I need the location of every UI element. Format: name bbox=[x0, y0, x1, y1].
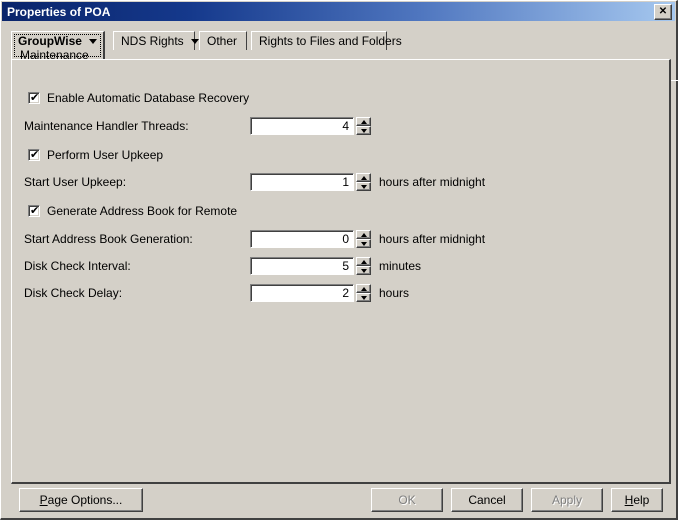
suffix-disk-check-interval: minutes bbox=[379, 259, 422, 273]
spinner-buttons[interactable] bbox=[356, 173, 371, 191]
spinner-up-button[interactable] bbox=[356, 284, 371, 293]
arrow-up-icon bbox=[360, 119, 367, 124]
spinner-buttons[interactable] bbox=[356, 117, 371, 135]
tab-other-label: Other bbox=[207, 34, 238, 48]
field-row-start-user-upkeep: Start User Upkeep: 1 hours after midnigh… bbox=[24, 172, 664, 192]
spinner-disk-check-interval[interactable]: 5 bbox=[250, 257, 371, 275]
field-row-disk-check-interval: Disk Check Interval: 5 minutes bbox=[24, 256, 664, 276]
tab-groupwise-label: GroupWise bbox=[18, 34, 82, 48]
spinner-buttons[interactable] bbox=[356, 230, 371, 248]
checkbox-label-generate-address-book-for-remote: Generate Address Book for Remote bbox=[47, 204, 238, 218]
apply-button[interactable]: Apply bbox=[531, 488, 603, 512]
help-accel: H bbox=[624, 493, 634, 507]
spinner-buttons[interactable] bbox=[356, 284, 371, 302]
dialog-window: Properties of POA ✕ GroupWise Maintenanc… bbox=[0, 0, 678, 520]
tab-groupwise-header: GroupWise bbox=[12, 34, 103, 48]
spinner-disk-check-delay[interactable]: 2 bbox=[250, 284, 371, 302]
field-row-disk-check-delay: Disk Check Delay: 2 hours bbox=[24, 283, 664, 303]
checkbox-generate-address-book-for-remote[interactable]: ✔ bbox=[28, 205, 40, 217]
spinner-up-button[interactable] bbox=[356, 173, 371, 182]
arrow-down-icon bbox=[360, 184, 367, 189]
input-disk-check-delay[interactable]: 2 bbox=[250, 284, 354, 302]
arrow-down-icon bbox=[360, 128, 367, 133]
arrow-up-icon bbox=[360, 232, 367, 237]
dialog-button-bar: Page Options... OK Cancel Apply Help bbox=[11, 488, 671, 514]
checkbox-label-enable-automatic-database-recovery: Enable Automatic Database Recovery bbox=[47, 91, 250, 105]
arrow-down-icon bbox=[360, 241, 367, 246]
checkbox-perform-user-upkeep[interactable]: ✔ bbox=[28, 149, 40, 161]
arrow-down-icon bbox=[360, 268, 367, 273]
spinner-down-button[interactable] bbox=[356, 182, 371, 191]
input-maintenance-handler-threads[interactable]: 4 bbox=[250, 117, 354, 135]
tab-strip: GroupWise Maintenance NDS Rights Other R… bbox=[11, 31, 678, 81]
close-glyph: ✕ bbox=[658, 6, 668, 17]
arrow-up-icon bbox=[360, 286, 367, 291]
spinner-down-button[interactable] bbox=[356, 239, 371, 248]
tab-rights-label: Rights to Files and Folders bbox=[259, 34, 402, 48]
spinner-down-button[interactable] bbox=[356, 266, 371, 275]
field-row-maintenance-handler-threads: Maintenance Handler Threads: 4 bbox=[24, 116, 664, 136]
close-icon[interactable]: ✕ bbox=[654, 4, 672, 20]
tab-groupwise[interactable]: GroupWise Maintenance bbox=[11, 31, 105, 62]
tab-other[interactable]: Other bbox=[199, 31, 247, 50]
suffix-start-address-book-generation: hours after midnight bbox=[379, 232, 486, 246]
ok-label: OK bbox=[398, 493, 416, 507]
help-label: elp bbox=[633, 493, 650, 507]
checkbox-row-perform-user-upkeep[interactable]: ✔ Perform User Upkeep bbox=[28, 145, 163, 165]
tab-nds-rights-label: NDS Rights bbox=[121, 34, 184, 48]
spinner-buttons[interactable] bbox=[356, 257, 371, 275]
label-disk-check-interval: Disk Check Interval: bbox=[24, 259, 131, 273]
chevron-down-icon[interactable] bbox=[190, 38, 199, 44]
label-maintenance-handler-threads: Maintenance Handler Threads: bbox=[24, 119, 189, 133]
checkbox-label-perform-user-upkeep: Perform User Upkeep bbox=[47, 148, 164, 162]
spinner-up-button[interactable] bbox=[356, 117, 371, 126]
checkmark-icon: ✔ bbox=[30, 91, 40, 104]
ok-button[interactable]: OK bbox=[371, 488, 443, 512]
tab-rights-to-files-and-folders[interactable]: Rights to Files and Folders bbox=[251, 31, 402, 50]
label-disk-check-delay: Disk Check Delay: bbox=[24, 286, 123, 300]
spinner-maintenance-handler-threads[interactable]: 4 bbox=[250, 117, 371, 135]
input-start-address-book-generation[interactable]: 0 bbox=[250, 230, 354, 248]
chevron-down-icon[interactable] bbox=[88, 38, 97, 44]
spinner-start-user-upkeep[interactable]: 1 bbox=[250, 173, 371, 191]
checkbox-row-enable-automatic-database-recovery[interactable]: ✔ Enable Automatic Database Recovery bbox=[28, 88, 249, 108]
suffix-disk-check-delay: hours bbox=[379, 286, 410, 300]
label-start-user-upkeep: Start User Upkeep: bbox=[24, 175, 127, 189]
spinner-start-address-book-generation[interactable]: 0 bbox=[250, 230, 371, 248]
apply-label: Apply bbox=[551, 493, 583, 507]
cancel-label: Cancel bbox=[468, 493, 506, 507]
field-row-start-address-book-generation: Start Address Book Generation: 0 hours a… bbox=[24, 229, 664, 249]
arrow-down-icon bbox=[360, 295, 367, 300]
title-bar: Properties of POA ✕ bbox=[2, 2, 675, 21]
suffix-start-user-upkeep: hours after midnight bbox=[379, 175, 486, 189]
window-title: Properties of POA bbox=[7, 4, 111, 19]
spinner-up-button[interactable] bbox=[356, 230, 371, 239]
input-start-user-upkeep[interactable]: 1 bbox=[250, 173, 354, 191]
page-options-button[interactable]: Page Options... bbox=[19, 488, 143, 512]
checkbox-enable-automatic-database-recovery[interactable]: ✔ bbox=[28, 92, 40, 104]
page-options-accel: P bbox=[39, 493, 48, 507]
input-disk-check-interval[interactable]: 5 bbox=[250, 257, 354, 275]
checkmark-icon: ✔ bbox=[30, 204, 40, 217]
arrow-up-icon bbox=[360, 259, 367, 264]
checkbox-row-generate-address-book-for-remote[interactable]: ✔ Generate Address Book for Remote bbox=[28, 201, 237, 221]
help-button[interactable]: Help bbox=[611, 488, 663, 512]
arrow-up-icon bbox=[360, 175, 367, 180]
cancel-button[interactable]: Cancel bbox=[451, 488, 523, 512]
checkmark-icon: ✔ bbox=[30, 148, 40, 161]
label-start-address-book-generation: Start Address Book Generation: bbox=[24, 232, 193, 246]
spinner-down-button[interactable] bbox=[356, 126, 371, 135]
spinner-down-button[interactable] bbox=[356, 293, 371, 302]
tab-content-panel: ✔ Enable Automatic Database Recovery Mai… bbox=[11, 59, 671, 484]
page-options-label: age Options... bbox=[47, 493, 123, 507]
tab-nds-rights[interactable]: NDS Rights bbox=[113, 31, 199, 50]
spinner-up-button[interactable] bbox=[356, 257, 371, 266]
